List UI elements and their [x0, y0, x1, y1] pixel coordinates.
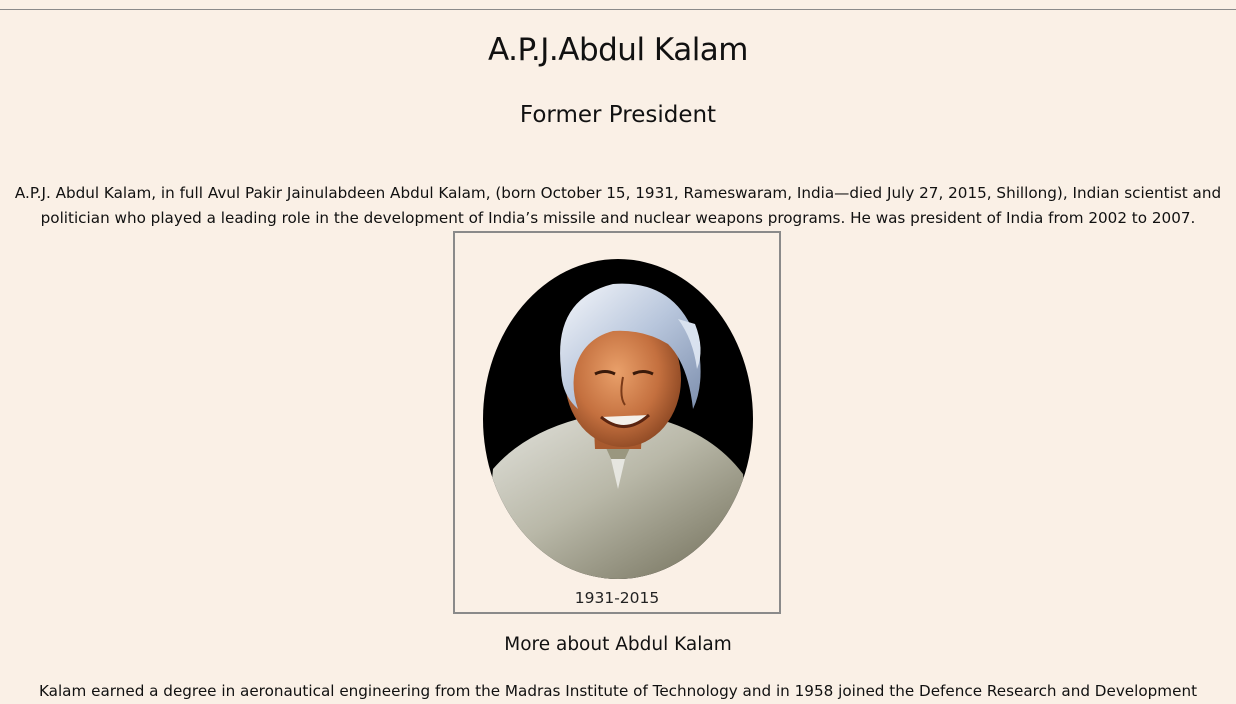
portrait-caption: 1931-2015 — [574, 589, 660, 607]
portrait-figure: 1931-2015 — [453, 231, 781, 614]
detail-paragraph: Kalam earned a degree in aeronautical en… — [38, 682, 1198, 700]
portrait-image — [483, 259, 753, 579]
intro-paragraph: A.P.J. Abdul Kalam, in full Avul Pakir J… — [14, 184, 1222, 227]
page-title: A.P.J.Abdul Kalam — [488, 32, 749, 68]
page-subtitle: Former President — [519, 102, 717, 128]
top-divider — [0, 9, 1236, 10]
section-heading: More about Abdul Kalam — [504, 634, 732, 655]
